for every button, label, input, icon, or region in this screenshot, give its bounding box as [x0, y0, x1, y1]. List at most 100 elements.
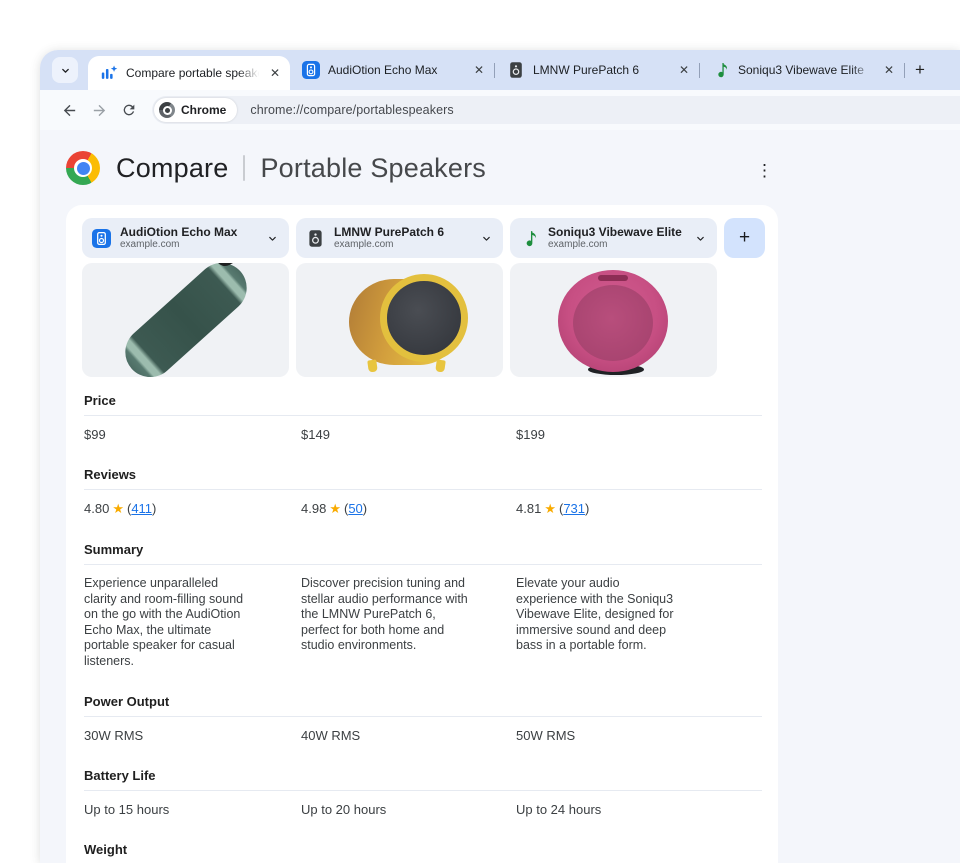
browser-toolbar: Chrome chrome://compare/portablespeakers	[40, 90, 960, 130]
back-button[interactable]	[54, 95, 84, 125]
spec-values: Up to 15 hours Up to 20 hours Up to 24 h…	[82, 802, 766, 817]
tab-label: Compare portable speakers	[126, 66, 262, 80]
tab-search-button[interactable]	[52, 57, 78, 83]
forward-button[interactable]	[84, 95, 114, 125]
star-icon: ★	[329, 501, 341, 516]
product-pill-lmnw[interactable]: LMNW PurePatch 6 example.com	[296, 218, 503, 258]
product-pill-soniqu3[interactable]: Soniqu3 Vibewave Elite example.com	[510, 218, 717, 258]
pink-speaker-grille	[573, 285, 653, 361]
reload-icon	[123, 104, 135, 116]
url-text: chrome://compare/portablespeakers	[250, 103, 454, 117]
tab-label: LMNW PurePatch 6	[533, 63, 640, 77]
music-note-icon	[718, 63, 728, 78]
yellow-speaker-foot	[435, 359, 446, 373]
teal-speaker-body	[114, 263, 257, 377]
row-divider	[84, 716, 762, 717]
row-divider	[84, 489, 762, 490]
product-domain: example.com	[120, 239, 180, 250]
chevron-down-icon[interactable]	[694, 232, 707, 245]
chevron-down-icon[interactable]	[480, 232, 493, 245]
paren: )	[585, 501, 590, 516]
spec-values: 4.80 ★ (411) 4.98 ★ (50) 4.81 ★ (731)	[82, 501, 766, 517]
star-icon: ★	[112, 501, 124, 516]
summary-text: Elevate your audio experience with the S…	[516, 576, 674, 652]
page-content: Compare Portable Speakers ⋮ AudiOtion Ec…	[40, 130, 960, 863]
chip-label: Chrome	[181, 103, 227, 117]
spec-row-summary: Summary Experience unparalleled clarity …	[82, 542, 766, 669]
price-value: $199	[516, 427, 545, 442]
kebab-menu-icon[interactable]: ⋮	[756, 162, 773, 179]
address-bar[interactable]: Chrome chrome://compare/portablespeakers	[152, 96, 960, 124]
rating-value: 4.98 ★ (50)	[301, 501, 516, 517]
close-icon[interactable]: ✕	[679, 64, 689, 76]
tab-soniqu3[interactable]: Soniqu3 Vibewave Elite ✕	[700, 50, 904, 90]
speaker-dark-icon	[510, 62, 522, 78]
chrome-page-chip[interactable]: Chrome	[154, 98, 238, 122]
new-tab-button[interactable]: +	[915, 60, 925, 80]
pill-text: AudiOtion Echo Max example.com	[120, 225, 266, 251]
chevron-down-icon	[61, 68, 69, 73]
title-divider	[243, 155, 246, 181]
row-divider	[84, 415, 762, 416]
pink-speaker-handle-slot	[598, 275, 628, 281]
product-name: LMNW PurePatch 6	[334, 225, 445, 239]
pill-text: LMNW PurePatch 6 example.com	[334, 225, 480, 251]
product-image-teal-speaker	[82, 263, 289, 377]
yellow-speaker-grille	[380, 274, 468, 362]
product-image-yellow-speaker	[296, 263, 503, 377]
paren: )	[152, 501, 157, 516]
music-note-icon	[526, 230, 536, 246]
paren: )	[362, 501, 368, 516]
spec-row-power: Power Output 30W RMS 40W RMS 50W RMS	[82, 694, 766, 743]
pill-text: Soniqu3 Vibewave Elite example.com	[548, 225, 694, 251]
yellow-speaker-foot	[367, 359, 378, 373]
speaker-blue-icon	[302, 61, 320, 79]
close-icon[interactable]: ✕	[474, 64, 484, 76]
tab-lmnw[interactable]: LMNW PurePatch 6 ✕	[495, 50, 699, 90]
close-icon[interactable]: ✕	[884, 64, 894, 76]
power-value: 50W RMS	[516, 728, 576, 743]
price-value: $99	[84, 427, 106, 442]
back-arrow-icon	[63, 104, 75, 116]
speaker-blue-icon	[92, 228, 111, 248]
product-name: Soniqu3 Vibewave Elite	[548, 225, 682, 239]
spec-row-battery: Battery Life Up to 15 hours Up to 20 hou…	[82, 768, 766, 817]
spec-values: 30W RMS 40W RMS 50W RMS	[82, 728, 766, 743]
add-product-button[interactable]: +	[724, 218, 765, 258]
product-domain: example.com	[334, 239, 394, 250]
spec-row-weight: Weight 2 lbs 3 lbs 3.5 lbs	[82, 842, 766, 863]
close-icon[interactable]: ✕	[270, 67, 280, 79]
power-value: 30W RMS	[84, 728, 144, 743]
battery-value: Up to 20 hours	[301, 802, 387, 817]
product-pill-row: AudiOtion Echo Max example.com LMNW Pure…	[82, 218, 766, 258]
reviews-count-link[interactable]: 50	[348, 501, 362, 516]
rating-value: 4.81 ★ (731)	[516, 501, 766, 517]
spec-row-price: Price $99 $149 $199	[82, 393, 766, 442]
chrome-logo-icon	[66, 151, 100, 185]
spec-label: Reviews	[84, 467, 137, 482]
tab-compare[interactable]: Compare portable speakers ✕	[88, 56, 290, 90]
speaker-dark-icon	[309, 229, 322, 247]
spec-label: Weight	[84, 842, 128, 857]
spec-row-reviews: Reviews 4.80 ★ (411) 4.98 ★ (50) 4.81 ★ (731)	[82, 467, 766, 517]
reviews-count-link[interactable]: 731	[563, 501, 585, 516]
rating-number: 4.80	[84, 501, 110, 516]
spec-label: Price	[84, 393, 116, 408]
page-subtitle: Portable Speakers	[260, 152, 486, 183]
reload-button[interactable]	[114, 95, 144, 125]
row-divider	[84, 790, 762, 791]
spec-values: $99 $149 $199	[82, 427, 766, 442]
tab-strip: Compare portable speakers ✕ AudiOtion Ec…	[40, 50, 960, 90]
reviews-count-link[interactable]: 411	[131, 501, 152, 516]
spec-label: Battery Life	[84, 768, 156, 783]
spec-label: Power Output	[84, 694, 170, 709]
battery-value: Up to 24 hours	[516, 802, 602, 817]
forward-arrow-icon	[93, 104, 105, 116]
spec-values: Experience unparalleled clarity and room…	[82, 576, 766, 669]
product-domain: example.com	[548, 239, 608, 250]
battery-value: Up to 15 hours	[84, 802, 170, 817]
tab-audiotion[interactable]: AudiOtion Echo Max ✕	[290, 50, 494, 90]
product-pill-audiotion[interactable]: AudiOtion Echo Max example.com	[82, 218, 289, 258]
tab-label: Soniqu3 Vibewave Elite	[738, 63, 864, 77]
chevron-down-icon[interactable]	[266, 232, 279, 245]
